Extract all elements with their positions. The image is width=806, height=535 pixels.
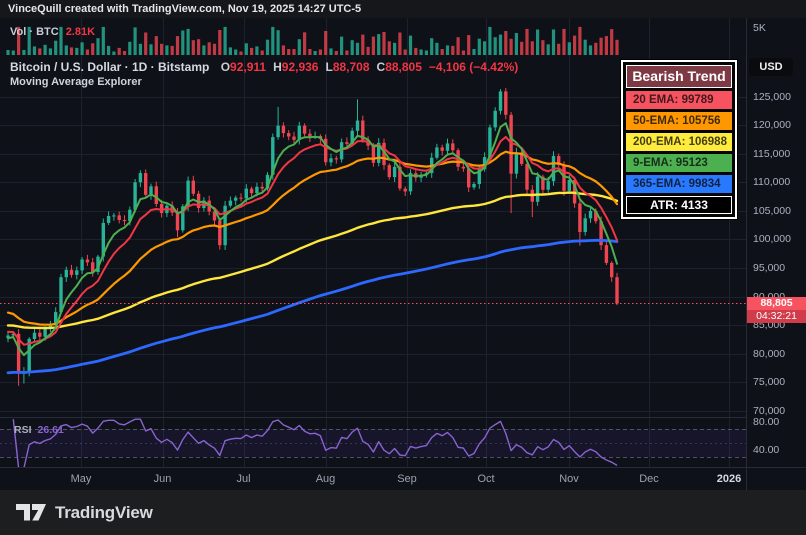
open-label: O bbox=[221, 60, 230, 74]
ma-legend-row-3: 9-EMA: 95123 bbox=[626, 154, 732, 172]
ma-explorer-panel: Bearish Trend 20 EMA: 99789 50-EMA: 10575… bbox=[621, 60, 737, 219]
rsi-tick-label: 40.00 bbox=[753, 444, 779, 456]
footer-bar: TradingView bbox=[0, 490, 806, 535]
open-value: 92,911 bbox=[230, 60, 266, 74]
indicator-legend[interactable]: Moving Average Explorer bbox=[10, 76, 142, 88]
rsi-tick-label: 80.00 bbox=[753, 416, 779, 428]
tradingview-wordmark[interactable]: TradingView bbox=[55, 503, 153, 523]
volume-legend[interactable]: Vol · BTC 2.81K bbox=[10, 26, 95, 38]
currency-toggle-button[interactable]: USD bbox=[749, 58, 793, 76]
price-tick-label: 105,000 bbox=[753, 205, 791, 217]
price-tick-label: 75,000 bbox=[753, 376, 785, 388]
ma-legend-row-1: 50-EMA: 105756 bbox=[626, 112, 732, 130]
low-label: L bbox=[325, 60, 332, 74]
attribution-text: VinceQuill created with TradingView.com,… bbox=[8, 3, 361, 15]
volume-legend-value: 2.81K bbox=[66, 26, 95, 38]
rsi-pane bbox=[0, 429, 746, 458]
volume-legend-label: Vol · BTC bbox=[10, 26, 59, 38]
change-value: −4,106 (−4.42%) bbox=[429, 60, 518, 74]
attribution-bar: VinceQuill created with TradingView.com,… bbox=[0, 0, 806, 18]
ma-legend-row-2: 200-EMA: 106988 bbox=[626, 133, 732, 151]
time-tick-label: Oct bbox=[477, 473, 494, 485]
price-tick-label: 80,000 bbox=[753, 348, 785, 360]
time-tick-label: Nov bbox=[559, 473, 579, 485]
time-tick-label: Jul bbox=[236, 473, 250, 485]
price-tick-label: 100,000 bbox=[753, 233, 791, 245]
time-tick-label: May bbox=[71, 473, 92, 485]
rsi-label-text: RSI bbox=[14, 424, 32, 436]
ma-legend-row-4: 365-EMA: 99834 bbox=[626, 175, 732, 193]
price-tick-label: 110,000 bbox=[753, 176, 790, 188]
rsi-legend[interactable]: RSI 26.61 bbox=[14, 424, 64, 436]
atr-badge: ATR: 4133 bbox=[626, 196, 732, 214]
price-axis[interactable]: 5K USD 125,000 120,000 115,000 110,000 105,0… bbox=[746, 18, 806, 490]
indicator-name: Moving Average Explorer bbox=[10, 76, 142, 88]
time-tick-label: Aug bbox=[316, 473, 336, 485]
close-label: C bbox=[377, 60, 386, 74]
ma-legend-rows: 20 EMA: 99789 50-EMA: 105756 200-EMA: 1069… bbox=[626, 91, 732, 193]
price-tick-label: 115,000 bbox=[753, 148, 790, 160]
tradingview-logo-icon[interactable] bbox=[16, 504, 46, 521]
close-value: 88,805 bbox=[385, 60, 422, 74]
volume-axis-tick: 5K bbox=[753, 22, 766, 34]
volume-series bbox=[6, 27, 618, 55]
symbol-title: Bitcoin / U.S. Dollar · 1D · Bitstamp bbox=[10, 60, 209, 74]
price-tick-label: 95,000 bbox=[753, 262, 785, 274]
candlestick-series bbox=[6, 88, 618, 386]
time-tick-label: Dec bbox=[639, 473, 659, 485]
high-value: 92,936 bbox=[282, 60, 319, 74]
price-tick-label: 120,000 bbox=[753, 119, 791, 131]
trend-status-badge: Bearish Trend bbox=[626, 65, 732, 88]
ma-legend-row-0: 20 EMA: 99789 bbox=[626, 91, 732, 109]
last-price-value: 88,805 bbox=[747, 297, 806, 310]
rsi-value: 26.61 bbox=[38, 424, 64, 436]
bar-countdown-timer: 04:32:21 bbox=[747, 310, 806, 323]
low-value: 88,708 bbox=[333, 60, 370, 74]
time-tick-label: Jun bbox=[154, 473, 172, 485]
high-label: H bbox=[273, 60, 282, 74]
symbol-legend[interactable]: Bitcoin / U.S. Dollar · 1D · Bitstamp O9… bbox=[10, 60, 525, 74]
time-tick-label: 2026 bbox=[717, 473, 741, 485]
last-price-badge: 88,805 04:32:21 bbox=[747, 297, 806, 323]
time-axis[interactable]: May Jun Jul Aug Sep Oct Nov Dec 2026 bbox=[0, 467, 806, 490]
price-tick-label: 125,000 bbox=[753, 91, 791, 103]
tradingview-snapshot: VinceQuill created with TradingView.com,… bbox=[0, 0, 806, 535]
time-tick-label: Sep bbox=[397, 473, 417, 485]
